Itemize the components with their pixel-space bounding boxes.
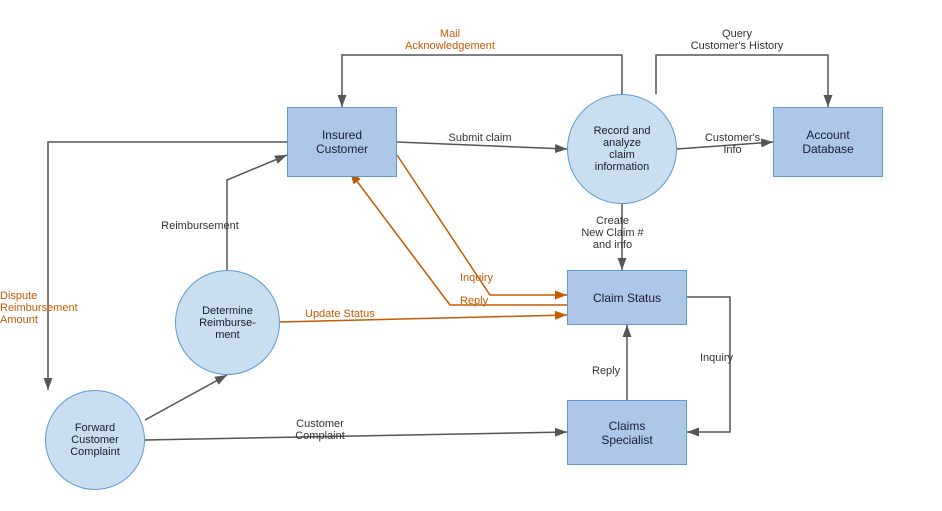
forward-complaint-label: ForwardCustomerComplaint bbox=[70, 422, 120, 458]
mail-ack-label: MailAcknowledgement bbox=[390, 28, 510, 52]
customer-complaint-label: CustomerComplaint bbox=[270, 418, 370, 442]
reply1-label: Reply bbox=[460, 295, 488, 307]
reply2-label: Reply bbox=[592, 365, 620, 377]
determine-reimbursement-node: DetermineReimburse-ment bbox=[175, 270, 280, 375]
query-history-label: QueryCustomer's History bbox=[672, 28, 802, 52]
account-database-node: AccountDatabase bbox=[773, 107, 883, 177]
claims-specialist-label: ClaimsSpecialist bbox=[601, 419, 652, 447]
insured-customer-node: InsuredCustomer bbox=[287, 107, 397, 177]
submit-claim-label: Submit claim bbox=[435, 132, 525, 144]
customers-info-label: Customer'sInfo bbox=[695, 132, 770, 156]
diagram: InsuredCustomer Record andanalyzeclaimin… bbox=[0, 0, 942, 511]
account-database-label: AccountDatabase bbox=[802, 128, 853, 156]
record-analyze-label: Record andanalyzeclaiminformation bbox=[594, 125, 651, 173]
inquiry1-label: Inquiry bbox=[460, 272, 493, 284]
claim-status-label: Claim Status bbox=[593, 291, 661, 305]
claim-status-node: Claim Status bbox=[567, 270, 687, 325]
create-claim-label: CreateNew Claim #and info bbox=[555, 215, 670, 251]
record-analyze-node: Record andanalyzeclaiminformation bbox=[567, 94, 677, 204]
dispute-label: DisputeReimbursementAmount bbox=[0, 290, 80, 326]
determine-reimbursement-label: DetermineReimburse-ment bbox=[199, 305, 256, 341]
reimbursement-label: Reimbursement bbox=[155, 220, 245, 232]
insured-customer-label: InsuredCustomer bbox=[316, 128, 368, 156]
claims-specialist-node: ClaimsSpecialist bbox=[567, 400, 687, 465]
update-status-label: Update Status bbox=[305, 308, 375, 320]
inquiry2-label: Inquiry bbox=[700, 352, 733, 364]
forward-complaint-node: ForwardCustomerComplaint bbox=[45, 390, 145, 490]
